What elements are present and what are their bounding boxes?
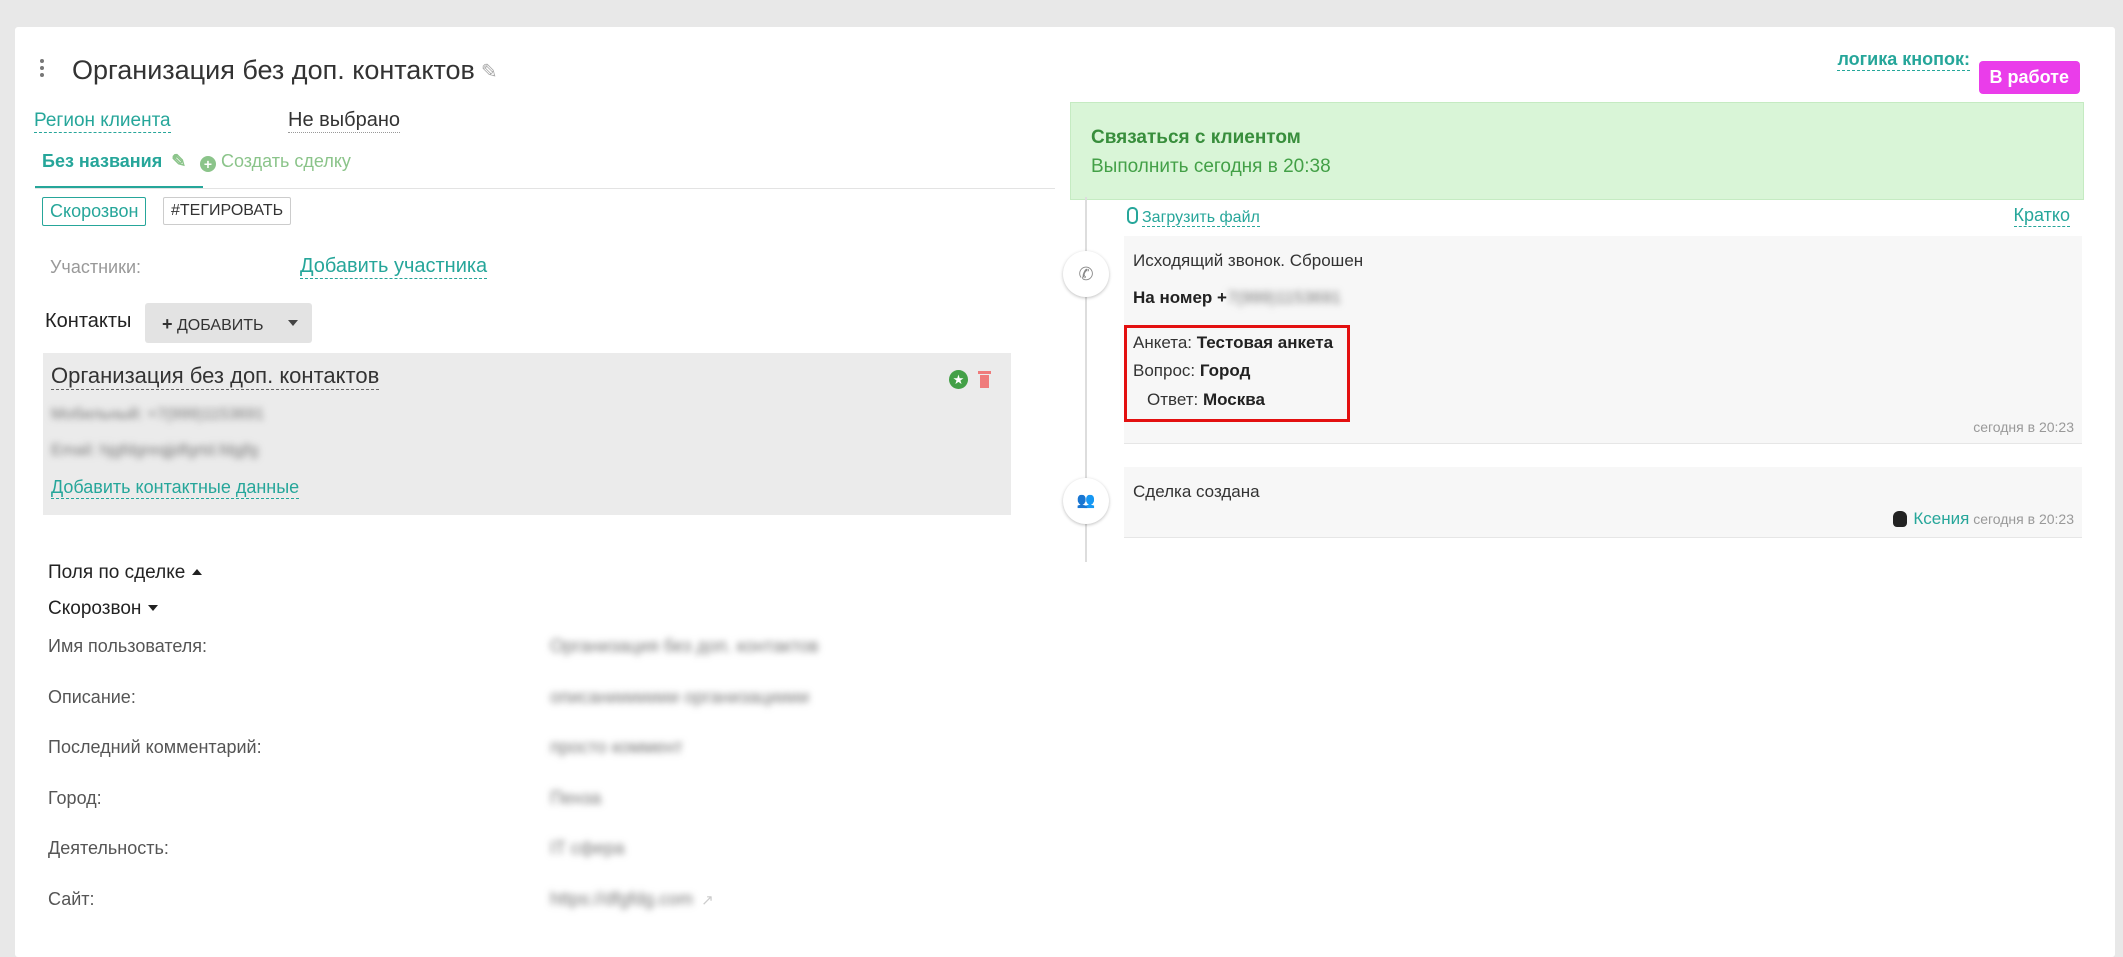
event-meta: Ксения сегодня в 20:23 bbox=[1893, 509, 2074, 529]
number-value: 7(999)1153691 bbox=[1226, 288, 1342, 307]
field-label: Город: bbox=[48, 788, 102, 808]
contacts-title: Контакты bbox=[45, 310, 132, 332]
create-deal-label: Создать сделку bbox=[221, 151, 351, 171]
add-button-label: + ДОБАВИТЬ bbox=[162, 314, 264, 334]
skorozvon-section-toggle[interactable]: Скорозвон bbox=[48, 598, 159, 620]
phone-icon: ✆ bbox=[1063, 251, 1109, 297]
users-icon: 👥 bbox=[1063, 478, 1109, 524]
task-box[interactable]: Связаться с клиентом Выполнить сегодня в… bbox=[1070, 102, 2084, 200]
status-badge[interactable]: В работе bbox=[1978, 61, 2080, 94]
external-link-icon[interactable]: ↗ bbox=[701, 892, 714, 909]
field-value[interactable]: описаниииииии организацииии bbox=[550, 687, 809, 708]
number-label: На номер + bbox=[1133, 288, 1227, 307]
field-label: Имя пользователя: bbox=[48, 636, 208, 656]
participants-label: Участники: bbox=[50, 257, 141, 277]
contact-email: Email: hjgfdgreqjjdfgrtd.fdgjfg bbox=[51, 442, 259, 459]
client-region-link[interactable]: Регион клиента bbox=[34, 110, 171, 133]
tag-skorozvon[interactable]: Скорозвон bbox=[42, 197, 147, 226]
field-value[interactable]: IT сфера bbox=[550, 838, 625, 859]
site-url[interactable]: https://dfgfdg.com bbox=[550, 889, 693, 909]
tab-unnamed-deal[interactable]: Без названия ✎ bbox=[42, 151, 186, 172]
event-divider bbox=[1124, 443, 2082, 444]
create-deal-button[interactable]: + Создать сделку bbox=[200, 151, 351, 172]
status-wrap: В работе bbox=[1970, 44, 2080, 94]
field-label: Последний комментарий: bbox=[48, 737, 262, 757]
edit-pencil-icon[interactable]: ✎ bbox=[171, 151, 186, 171]
favorite-star-icon[interactable]: ★ bbox=[949, 370, 968, 389]
add-contact-dropdown-button[interactable]: + ДОБАВИТЬ bbox=[145, 303, 312, 343]
event-number: На номер +7(999)1153691 bbox=[1133, 288, 1341, 308]
contact-card: Организация без доп. контактов ★ Мобильн… bbox=[43, 353, 1011, 515]
edit-pencil-icon[interactable]: ✎ bbox=[481, 59, 498, 84]
highlight-box bbox=[1124, 325, 1350, 422]
plus-circle-icon: + bbox=[200, 156, 216, 172]
contact-phone: Мобильный: +7(999)1153691 bbox=[51, 406, 265, 423]
field-label: Описание: bbox=[48, 687, 136, 707]
field-label: Сайт: bbox=[48, 889, 95, 909]
task-due: Выполнить сегодня в 20:38 bbox=[1091, 156, 1331, 177]
trash-icon[interactable] bbox=[978, 371, 991, 388]
field-label: Деятельность: bbox=[48, 838, 169, 858]
event-time: сегодня в 20:23 bbox=[1973, 419, 2074, 435]
chevron-down-icon[interactable] bbox=[288, 320, 298, 326]
page-title: Организация без доп. контактов ✎ bbox=[72, 55, 498, 86]
contact-name[interactable]: Организация без доп. контактов bbox=[51, 363, 380, 390]
author-avatar bbox=[1893, 511, 1908, 527]
caret-up-icon bbox=[192, 569, 203, 575]
more-menu-icon[interactable] bbox=[40, 59, 44, 80]
client-region-value[interactable]: Не выбрано bbox=[288, 109, 400, 133]
deal-card: Организация без доп. контактов ✎ логика к… bbox=[15, 27, 2115, 957]
tab-unnamed-label: Без названия bbox=[42, 151, 163, 171]
event-title: Исходящий звонок. Сброшен bbox=[1133, 251, 1364, 270]
field-value[interactable]: просто коммент bbox=[550, 737, 683, 758]
tag-button[interactable]: #ТЕГИРОВАТЬ bbox=[163, 197, 292, 225]
event-divider bbox=[1124, 537, 2082, 538]
deal-fields-label: Поля по сделке bbox=[48, 562, 186, 583]
caret-down-icon bbox=[148, 605, 159, 611]
tabs-divider bbox=[35, 188, 1055, 189]
add-contact-data-link[interactable]: Добавить контактные данные bbox=[51, 477, 300, 499]
upload-file-label: Загрузить файл bbox=[1142, 209, 1260, 227]
event-time: сегодня в 20:23 bbox=[1973, 511, 2074, 527]
page-title-text: Организация без доп. контактов bbox=[72, 55, 475, 85]
timeline-event-deal-created: Сделка создана Ксения сегодня в 20:23 bbox=[1124, 467, 2082, 537]
paperclip-icon bbox=[1127, 207, 1138, 224]
event-author[interactable]: Ксения bbox=[1913, 509, 1969, 528]
upload-file-link[interactable]: Загрузить файл bbox=[1127, 207, 1260, 227]
task-title: Связаться с клиентом bbox=[1091, 127, 1301, 148]
field-value[interactable]: Пенза bbox=[550, 788, 601, 809]
add-participant-link[interactable]: Добавить участника bbox=[300, 255, 488, 279]
skorozvon-section-label: Скорозвон bbox=[48, 598, 142, 619]
field-value[interactable]: Организация без доп. контактов bbox=[550, 636, 819, 657]
event-title: Сделка создана bbox=[1133, 482, 1260, 501]
deal-fields-toggle[interactable]: Поля по сделке bbox=[48, 562, 203, 584]
brief-toggle-link[interactable]: Кратко bbox=[2013, 205, 2070, 227]
buttons-logic-link[interactable]: логика кнопок: bbox=[1837, 49, 1970, 71]
field-value[interactable]: https://dfgfdg.com ↗ bbox=[550, 889, 714, 910]
